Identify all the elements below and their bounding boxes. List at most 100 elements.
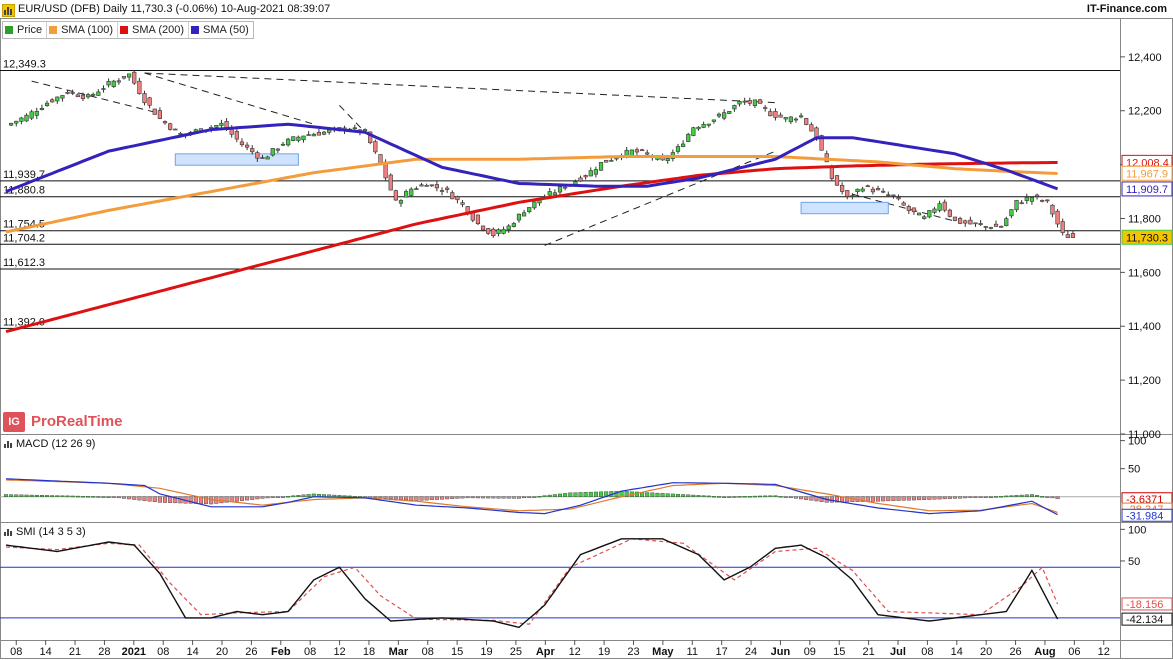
sma200-line (5, 161, 1058, 334)
macd-bar (552, 494, 557, 497)
x-tick-label: May (652, 646, 674, 658)
candle (983, 226, 988, 228)
candle (178, 133, 183, 135)
macd-bar (901, 496, 906, 501)
macd-bar (922, 496, 927, 500)
candle (1014, 200, 1019, 211)
candle (732, 105, 737, 110)
macd-bar (373, 496, 378, 498)
candle (588, 170, 593, 177)
macd-bar (706, 495, 711, 498)
macd-bar (270, 496, 275, 498)
legend-sma50[interactable]: SMA (50) (189, 22, 253, 38)
legend-label: SMA (200) (132, 24, 184, 36)
macd-bar (593, 491, 598, 497)
macd-bar (96, 496, 101, 498)
macd-bar (952, 496, 957, 499)
macd-bar (239, 496, 244, 501)
candle (645, 152, 650, 155)
macd-bar (665, 493, 670, 497)
macd-bar (758, 495, 763, 498)
x-tick-label: 15 (451, 646, 463, 658)
x-tick-label: 26 (1009, 646, 1021, 658)
macd-bar (296, 495, 301, 497)
macd-bar (250, 496, 255, 500)
macd-bar (281, 496, 286, 498)
macd-panel-title[interactable]: MACD (12 26 9) (3, 438, 96, 450)
chart-svg[interactable]: 12,40012,20012,00011,80011,60011,40011,2… (0, 0, 1173, 660)
macd-bar (393, 496, 398, 500)
legend-label: SMA (100) (61, 24, 114, 36)
y-tick-label: 50 (1128, 464, 1140, 476)
macd-bar (896, 496, 901, 501)
macd-bar (465, 496, 470, 499)
legend-label: SMA (50) (203, 24, 249, 36)
macd-bar (1029, 494, 1034, 497)
macd-bar (978, 496, 983, 498)
candle (91, 93, 96, 96)
macd-bar (881, 496, 886, 502)
y-tick-label: 50 (1128, 556, 1140, 568)
candle (19, 117, 24, 122)
value-tag-label: 11,730.3 (1126, 232, 1168, 244)
macd-bar (942, 496, 947, 500)
macd-bar (1045, 496, 1050, 498)
macd-bar (1055, 496, 1060, 499)
macd-bar (55, 495, 60, 497)
macd-bar (116, 496, 121, 499)
candle (296, 136, 301, 141)
macd-bar (229, 496, 234, 502)
macd-bar (532, 496, 537, 498)
candle (491, 228, 496, 237)
candle (137, 80, 142, 94)
macd-bar (106, 496, 111, 498)
candle (840, 185, 845, 192)
x-tick-label: 19 (480, 646, 492, 658)
level-label: 12,349.3 (3, 59, 46, 71)
legend-sma100[interactable]: SMA (100) (47, 22, 119, 38)
macd-bar (496, 496, 501, 499)
macd-bar (219, 496, 224, 504)
x-tick-label: 21 (862, 646, 874, 658)
candle (434, 184, 439, 189)
candle (1034, 194, 1040, 197)
candle (234, 131, 239, 140)
macd-bar (511, 496, 516, 499)
level-label: 11,612.3 (3, 257, 45, 269)
legend-swatch (120, 26, 129, 34)
candle (552, 192, 557, 196)
candle (763, 107, 768, 109)
candle (716, 113, 722, 117)
smi-panel-title[interactable]: SMI (14 3 5 3) (3, 526, 86, 538)
macd-bar (886, 496, 891, 502)
candle (773, 111, 778, 118)
zone-box (800, 201, 889, 215)
macd-bar (470, 496, 475, 499)
candle (419, 184, 424, 187)
value-tag-label: -42.134 (1126, 614, 1163, 626)
macd-bar (568, 492, 573, 497)
legend-price[interactable]: Price (3, 22, 48, 38)
candle (896, 197, 901, 200)
legend-sma200[interactable]: SMA (200) (118, 22, 189, 38)
trendline (144, 72, 776, 104)
macd-bar (783, 496, 788, 498)
y-tick-label: 12,400 (1128, 52, 1162, 64)
candle (993, 223, 999, 227)
macd-bar (717, 496, 722, 498)
candle (404, 191, 409, 198)
macd-bar (475, 496, 480, 499)
candle (521, 212, 527, 217)
macd-bar (537, 495, 542, 498)
candle (85, 94, 91, 98)
candle (142, 93, 147, 104)
candle (722, 112, 727, 119)
x-tick-label: 23 (627, 646, 639, 658)
candle (665, 158, 670, 162)
macd-bar (799, 496, 804, 500)
candle (96, 91, 101, 96)
outer-border (0, 18, 1173, 659)
macd-bar (932, 496, 937, 500)
macd-bar (306, 494, 311, 497)
macd-bar (24, 494, 29, 497)
